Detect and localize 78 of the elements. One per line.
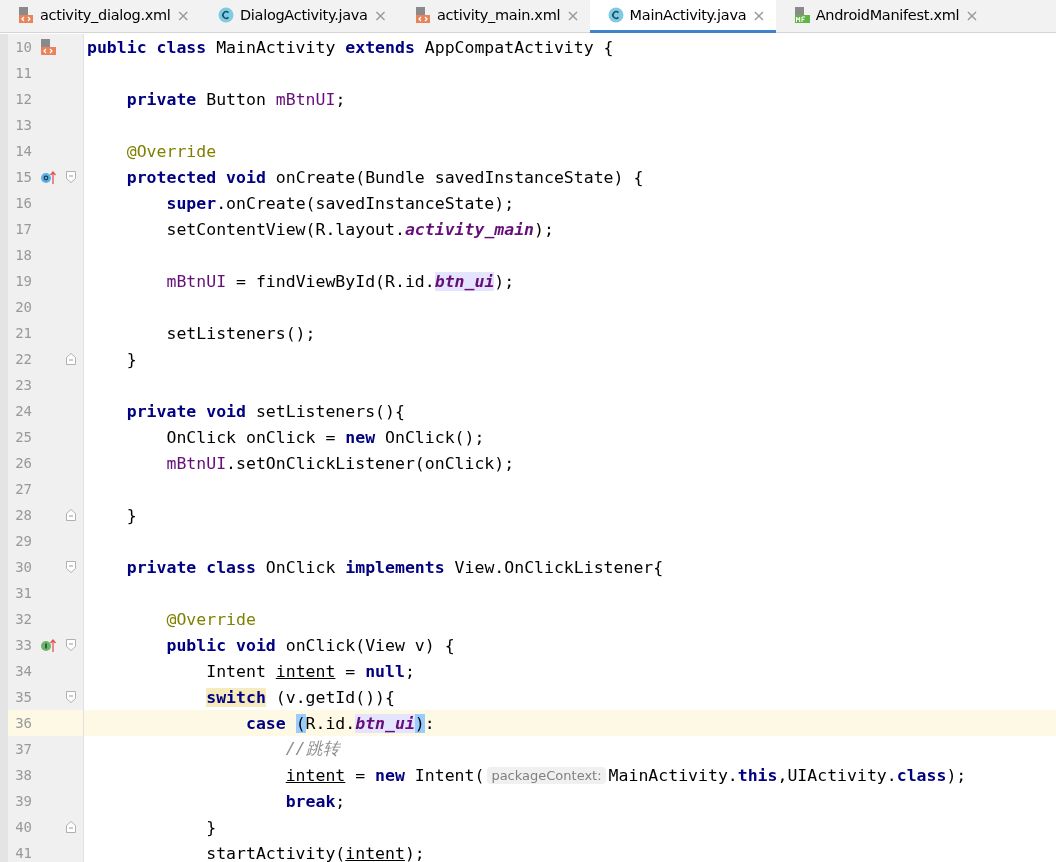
line-number: 38 [14,767,32,783]
fold-marker-icon [65,690,77,704]
code-line: Intent intent = null; [206,661,415,681]
line-number: 33 [14,637,32,653]
line-number: 31 [14,585,32,601]
fold-marker-icon [65,820,77,834]
line-number: 11 [14,65,32,81]
code-line: break; [285,791,346,811]
line-number: 32 [14,611,32,627]
line-number: 21 [14,325,32,341]
fold-marker-icon [65,638,77,652]
code-line: MainActivity.this,UIActivity.class); [608,765,967,785]
line-number: 40 [14,819,32,835]
code-line: case (R.id.btn_ui): [245,713,435,733]
code-line: @Override [126,141,217,161]
parameter-hint: packageContext: [487,766,606,784]
code-line: setListeners(); [166,323,316,343]
line-number: 29 [14,533,32,549]
line-number: 12 [14,91,32,107]
line-number: 25 [14,429,32,445]
line-number: 35 [14,689,32,705]
fold-marker-icon [65,560,77,574]
line-number: 24 [14,403,32,419]
line-number: 14 [14,143,32,159]
line-number: 16 [14,195,32,211]
layout-file-icon [18,7,34,23]
code-line: public class MainActivity extends AppCompatActivity { [87,37,614,57]
code-line: switch (v.getId()){ [206,687,395,707]
class-file-icon [607,7,624,23]
code-line: public void onClick(View v) { [166,635,455,655]
line-number: 41 [14,845,32,861]
line-number: 23 [14,377,32,393]
code-line: protected void onCreate(Bundle savedInstanceState) { [126,167,644,187]
code-line: mBtnUI.setOnClickListener(onClick); [166,453,515,473]
fold-marker-icon [65,352,77,366]
code-line: OnClick onClick = new OnClick(); [166,427,485,447]
line-number: 34 [14,663,32,679]
line-number: 15 [14,169,32,185]
editor-tab[interactable]: DialogActivity.java × [200,0,398,33]
code-line: @Override [166,609,256,629]
code-line: mBtnUI = findViewById(R.id.btn_ui); [166,271,515,291]
code-line: intent = new Intent( [285,765,485,785]
line-number: 17 [14,221,32,237]
code-line: } [206,817,217,837]
code-line: //跳转 [285,738,340,760]
editor-tab[interactable]: AndroidManifest.xml × [775,0,989,33]
line-number: 39 [14,793,32,809]
line-number: 36 [14,715,32,731]
line-number: 19 [14,273,32,289]
code-line: setContentView(R.layout.activity_main); [166,219,554,239]
code-line: private Button mBtnUI; [126,89,346,109]
line-number: 27 [14,481,32,497]
line-number: 18 [14,247,32,263]
line-number: 10 [14,39,32,55]
code-line: private void setListeners(){ [126,401,405,421]
line-number: 13 [14,117,32,133]
editor-tab[interactable]: activity_dialog.xml × [0,0,200,33]
code-line: private class OnClick implements View.OnClickListener{ [126,557,664,577]
implements-method-icon [39,637,57,653]
layout-file-icon [40,39,56,55]
overrides-method-icon [39,169,57,185]
code-line: } [126,349,137,369]
line-number: 22 [14,351,32,367]
line-number: 30 [14,559,32,575]
code-line: super.onCreate(savedInstanceState); [166,193,515,213]
line-number: 37 [14,741,32,757]
fold-marker-icon [65,170,77,184]
manifest-file-icon [793,7,810,23]
editor-tab[interactable]: activity_main.xml × [397,0,590,33]
editor-tab[interactable]: MainActivity.java × [589,0,776,33]
fold-marker-icon [65,508,77,522]
line-number: 28 [14,507,32,523]
code-line: } [126,505,137,525]
layout-file-icon [415,7,432,23]
line-number: 26 [14,455,32,471]
class-file-icon [218,7,234,23]
code-line: startActivity(intent); [206,843,425,862]
line-number: 20 [14,299,32,315]
